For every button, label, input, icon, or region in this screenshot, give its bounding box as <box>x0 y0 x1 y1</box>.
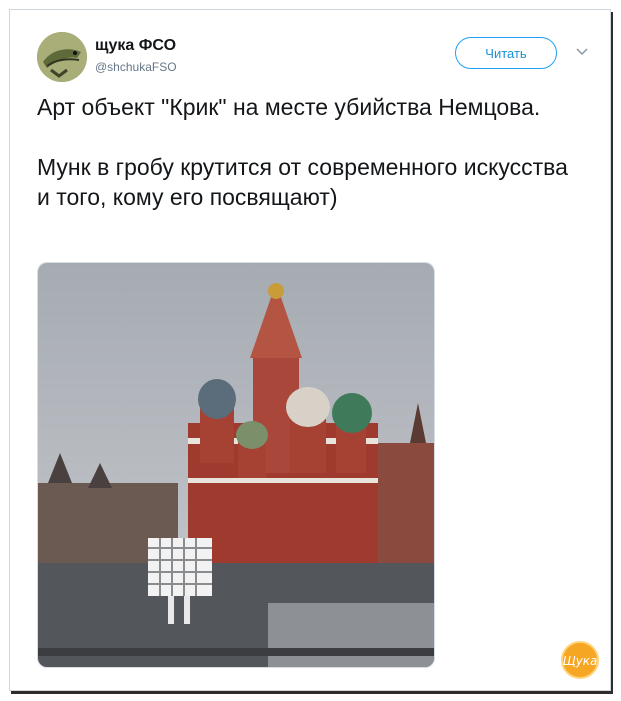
tweet-text: Арт объект "Крик" на месте убийства Немц… <box>37 92 577 212</box>
author-handle[interactable]: @shchukaFSO <box>95 60 177 74</box>
tweet-paragraph: Мунк в гробу крутится от современного ис… <box>37 154 568 210</box>
follow-button[interactable]: Читать <box>455 37 557 69</box>
chevron-down-icon[interactable] <box>575 45 589 59</box>
pike-fish-avatar[interactable] <box>37 32 87 82</box>
author-name[interactable]: щука ФСО <box>95 37 176 55</box>
tweet-paragraph: Арт объект "Крик" на месте убийства Немц… <box>37 94 541 120</box>
watermark-text: Щука <box>563 654 598 668</box>
tweet-photo[interactable] <box>37 262 435 668</box>
shchuka-logo-badge: Щука <box>560 640 600 680</box>
